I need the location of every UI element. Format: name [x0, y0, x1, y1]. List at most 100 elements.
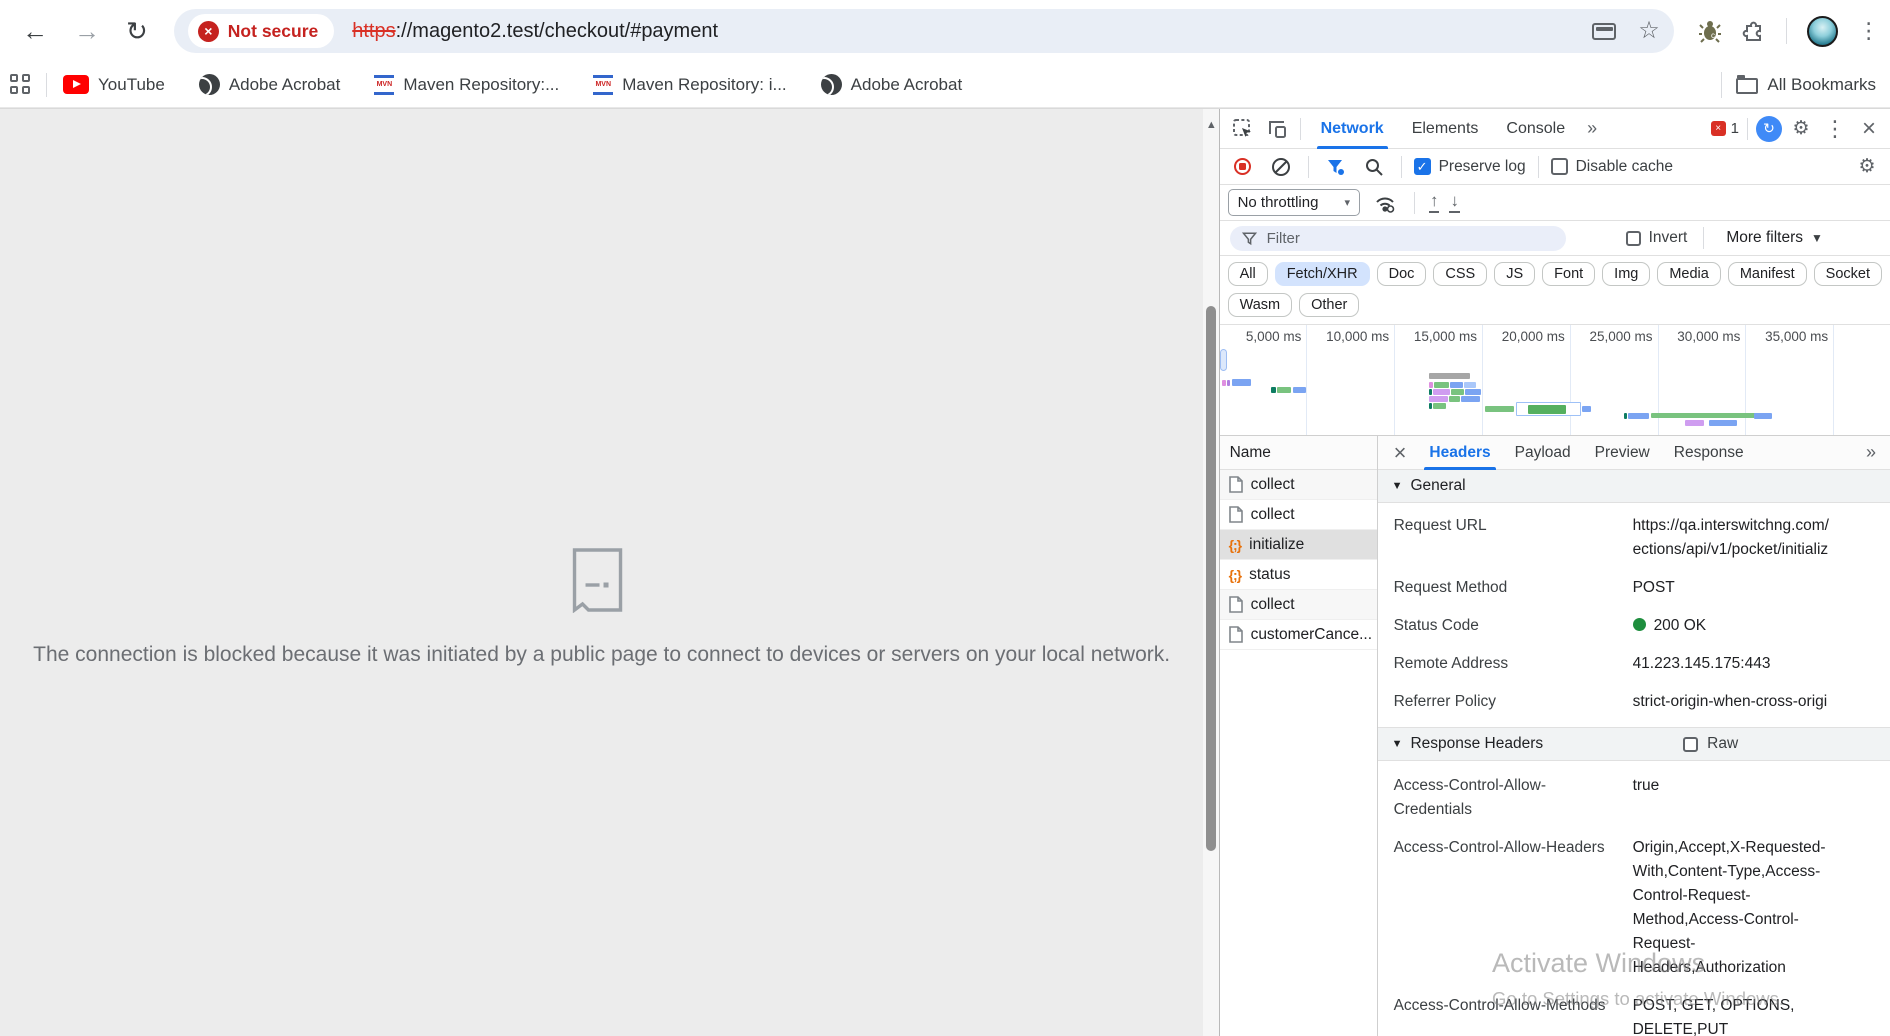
- scrollbar-up-icon[interactable]: ▲: [1203, 119, 1219, 131]
- devtools-panel: Network Elements Console » × 1 ↻ ⚙ ⋮ ×: [1219, 109, 1890, 1036]
- throttling-select[interactable]: No throttling ▾: [1228, 189, 1360, 216]
- tab-elements[interactable]: Elements: [1400, 109, 1491, 149]
- chip-fetch-xhr[interactable]: Fetch/XHR: [1275, 262, 1370, 286]
- bookmark-maven-1[interactable]: MVNMaven Repository:...: [374, 75, 559, 95]
- acrobat-icon: [199, 74, 220, 95]
- url-text[interactable]: https://magento2.test/checkout/#payment: [352, 20, 1592, 43]
- request-url-line2: ections/api/v1/pocket/initializ: [1633, 541, 1829, 558]
- forward-icon[interactable]: →: [74, 18, 100, 44]
- request-row-collect-2[interactable]: collect: [1220, 500, 1377, 530]
- bookmark-label: Maven Repository: i...: [622, 75, 786, 95]
- more-tabs-icon[interactable]: »: [1581, 118, 1603, 139]
- bookmark-star-icon[interactable]: ☆: [1638, 19, 1660, 43]
- filter-input[interactable]: Filter: [1230, 226, 1566, 251]
- request-row-collect-3[interactable]: collect: [1220, 590, 1377, 620]
- request-type-filters: All Fetch/XHR Doc CSS JS Font Img Media …: [1220, 256, 1890, 325]
- header-label: Referrer Policy: [1394, 690, 1619, 714]
- name-column-header[interactable]: Name: [1220, 436, 1377, 470]
- detail-tab-payload[interactable]: Payload: [1504, 436, 1582, 470]
- payment-card-icon[interactable]: [1592, 23, 1616, 40]
- export-har-icon[interactable]: ↓: [1449, 192, 1460, 213]
- ai-assistance-icon[interactable]: ↻: [1756, 116, 1782, 142]
- chip-doc[interactable]: Doc: [1377, 262, 1427, 286]
- disclosure-icon: ▼: [1392, 480, 1403, 492]
- blocked-message: The connection is blocked because it was…: [0, 643, 1203, 667]
- bug-extension-icon[interactable]: c: [1698, 19, 1722, 43]
- page-scrollbar[interactable]: ▲: [1203, 109, 1218, 1036]
- bookmark-youtube[interactable]: YouTube: [63, 75, 165, 95]
- maven-icon: MVN: [374, 75, 394, 95]
- devtools-close-icon[interactable]: ×: [1854, 115, 1884, 143]
- close-detail-icon[interactable]: ×: [1384, 440, 1417, 466]
- chip-other[interactable]: Other: [1299, 293, 1359, 317]
- detail-tab-response[interactable]: Response: [1663, 436, 1755, 470]
- detail-tab-headers[interactable]: Headers: [1418, 436, 1501, 470]
- request-name: customerCance...: [1251, 626, 1372, 644]
- waterfall-bar: [1464, 382, 1476, 388]
- extensions-puzzle-icon[interactable]: [1742, 19, 1766, 43]
- bookmark-acrobat-2[interactable]: Adobe Acrobat: [821, 74, 963, 95]
- detail-tab-preview[interactable]: Preview: [1584, 436, 1661, 470]
- devtools-menu-icon[interactable]: ⋮: [1820, 115, 1850, 143]
- chip-manifest[interactable]: Manifest: [1728, 262, 1807, 286]
- chip-font[interactable]: Font: [1542, 262, 1595, 286]
- network-settings-icon[interactable]: ⚙: [1852, 153, 1882, 181]
- header-row-request-url: Request URL https://qa.interswitchng.com…: [1378, 507, 1890, 569]
- not-secure-badge[interactable]: × Not secure: [188, 14, 334, 48]
- profile-avatar[interactable]: [1807, 16, 1838, 47]
- devtools-settings-icon[interactable]: ⚙: [1786, 115, 1816, 143]
- bookmark-acrobat-1[interactable]: Adobe Acrobat: [199, 74, 341, 95]
- waterfall-bar: [1461, 396, 1480, 402]
- header-value: POST: [1633, 576, 1833, 600]
- console-error-badge[interactable]: × 1: [1711, 120, 1739, 137]
- waterfall-bar: [1528, 405, 1566, 414]
- disable-cache-checkbox[interactable]: [1551, 158, 1568, 175]
- device-toolbar-icon[interactable]: [1262, 115, 1292, 143]
- waterfall-bar: [1449, 396, 1460, 402]
- tab-network[interactable]: Network: [1309, 109, 1396, 149]
- browser-menu-icon[interactable]: ⋮: [1858, 20, 1880, 42]
- network-conditions-icon[interactable]: [1370, 189, 1400, 217]
- request-row-initialize[interactable]: {;} initialize: [1220, 530, 1377, 560]
- clear-network-log-icon[interactable]: [1266, 153, 1296, 181]
- header-row-remote-address: Remote Address 41.223.145.175:443: [1378, 645, 1890, 683]
- request-row-status[interactable]: {;} status: [1220, 560, 1377, 590]
- request-row-customercancel[interactable]: customerCance...: [1220, 620, 1377, 650]
- blocked-page: The connection is blocked because it was…: [0, 109, 1203, 1036]
- network-overview[interactable]: 5,000 ms 10,000 ms 15,000 ms 20,000 ms 2…: [1220, 325, 1890, 436]
- bookmark-maven-2[interactable]: MVNMaven Repository: i...: [593, 75, 786, 95]
- inspect-element-icon[interactable]: [1228, 115, 1258, 143]
- raw-checkbox[interactable]: [1683, 737, 1698, 752]
- header-value: https://qa.interswitchng.com/ections/api…: [1633, 514, 1833, 562]
- apps-grid-icon[interactable]: [10, 74, 32, 96]
- back-icon[interactable]: ←: [22, 18, 48, 44]
- request-row-collect-1[interactable]: collect: [1220, 470, 1377, 500]
- response-headers-section-header[interactable]: ▼ Response Headers Raw: [1378, 728, 1890, 761]
- request-name: initialize: [1249, 536, 1304, 554]
- search-icon[interactable]: [1359, 153, 1389, 181]
- general-section-header[interactable]: ▼ General: [1378, 470, 1890, 503]
- bookmarks-right-divider: [1721, 72, 1722, 98]
- invert-checkbox[interactable]: [1626, 231, 1641, 246]
- import-har-icon[interactable]: ↑: [1429, 192, 1440, 213]
- chip-wasm[interactable]: Wasm: [1228, 293, 1293, 317]
- preserve-log-checkbox[interactable]: ✓: [1414, 158, 1431, 175]
- scrollbar-thumb[interactable]: [1206, 306, 1216, 851]
- filter-placeholder: Filter: [1267, 230, 1300, 247]
- more-filters-button[interactable]: More filters ▼: [1726, 229, 1823, 247]
- tab-console[interactable]: Console: [1494, 109, 1577, 149]
- detail-more-tabs-icon[interactable]: »: [1866, 442, 1884, 463]
- chip-all[interactable]: All: [1228, 262, 1268, 286]
- reload-icon[interactable]: ↻: [126, 18, 148, 44]
- chip-css[interactable]: CSS: [1433, 262, 1487, 286]
- waterfall-bar: [1232, 379, 1251, 386]
- header-row-acac: Access-Control-Allow-Credentials true: [1378, 767, 1890, 829]
- filter-funnel-icon[interactable]: [1321, 153, 1351, 181]
- record-network-log-icon[interactable]: [1228, 153, 1258, 181]
- chip-img[interactable]: Img: [1602, 262, 1650, 286]
- address-bar[interactable]: × Not secure https://magento2.test/check…: [174, 9, 1674, 53]
- chip-socket[interactable]: Socket: [1814, 262, 1882, 286]
- chip-js[interactable]: JS: [1494, 262, 1535, 286]
- chip-media[interactable]: Media: [1657, 262, 1721, 286]
- all-bookmarks-button[interactable]: All Bookmarks: [1736, 75, 1876, 95]
